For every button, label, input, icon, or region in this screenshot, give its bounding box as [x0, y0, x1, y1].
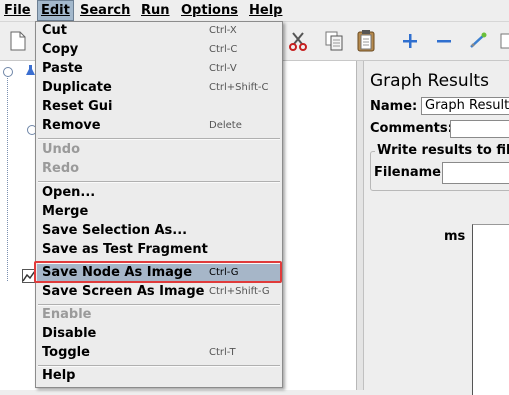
menu-item-label: Open... — [42, 185, 96, 200]
highlight-callout — [34, 261, 282, 283]
filename-label: Filename — [374, 165, 441, 180]
menu-item-enable: Enable — [37, 306, 281, 325]
menu-item-save-screen-as-image[interactable]: Save Screen As Image Ctrl+Shift-G — [37, 283, 281, 302]
name-field[interactable]: Graph Results — [421, 97, 509, 115]
filename-field[interactable] — [442, 162, 509, 184]
menu-item-label: Enable — [42, 307, 92, 322]
menu-item-duplicate[interactable]: Duplicate Ctrl+Shift-C — [37, 79, 281, 98]
menu-item-save-selection-as[interactable]: Save Selection As... — [37, 222, 281, 241]
comments-label: Comments: — [370, 121, 453, 136]
cut-icon[interactable] — [284, 27, 312, 55]
menu-item-label: Merge — [42, 204, 89, 219]
menu-options[interactable]: Options — [178, 0, 241, 21]
menu-item-paste[interactable]: Paste Ctrl-V — [37, 60, 281, 79]
menu-item-label: Help — [42, 368, 76, 383]
menu-item-reset-gui[interactable]: Reset Gui — [37, 98, 281, 117]
axis-label: ms — [444, 229, 466, 244]
menu-bar: File Edit Search Run Options Help — [0, 0, 509, 22]
menu-item-label: Save Screen As Image — [42, 284, 205, 299]
menu-item-cut[interactable]: Cut Ctrl-X — [37, 22, 281, 41]
new-icon[interactable] — [4, 27, 32, 55]
menu-item-help[interactable]: Help — [37, 367, 281, 386]
menu-item-redo: Redo — [37, 160, 281, 179]
group-title: Write results to file — [375, 143, 509, 158]
menu-item-label: Duplicate — [42, 80, 112, 95]
menu-item-label: Undo — [42, 142, 81, 157]
menu-separator — [38, 181, 280, 183]
comments-field[interactable] — [450, 120, 509, 138]
menu-item-shortcut: Delete — [209, 120, 242, 131]
menu-edit[interactable]: Edit — [37, 0, 74, 21]
name-label: Name: — [370, 99, 418, 114]
menu-item-shortcut: Ctrl-V — [209, 63, 237, 74]
menu-item-undo: Undo — [37, 141, 281, 160]
flask-icon — [26, 65, 35, 76]
menu-item-label: Disable — [42, 326, 97, 341]
menu-run[interactable]: Run — [138, 0, 173, 21]
menu-item-shortcut: Ctrl-C — [209, 44, 238, 55]
panel-title: Graph Results — [370, 71, 489, 91]
more-icon[interactable] — [500, 27, 509, 55]
toggle-icon[interactable] — [464, 27, 492, 55]
edit-menu: Cut Ctrl-X Copy Ctrl-C Paste Ctrl-V Dupl… — [35, 21, 283, 388]
menu-item-shortcut: Ctrl+Shift-G — [209, 286, 270, 297]
menu-item-copy[interactable]: Copy Ctrl-C — [37, 41, 281, 60]
menu-item-shortcut: Ctrl-X — [209, 25, 237, 36]
menu-file[interactable]: File — [1, 0, 34, 21]
collapse-icon[interactable] — [430, 27, 458, 55]
tree-guide-line — [7, 71, 8, 281]
menu-item-label: Save Selection As... — [42, 223, 188, 238]
paste-icon[interactable] — [352, 27, 380, 55]
menu-item-label: Cut — [42, 23, 68, 38]
menu-separator — [38, 138, 280, 140]
menu-item-toggle[interactable]: Toggle Ctrl-T — [37, 344, 281, 363]
menu-item-remove[interactable]: Remove Delete — [37, 117, 281, 136]
menu-item-disable[interactable]: Disable — [37, 325, 281, 344]
menu-item-label: Redo — [42, 161, 80, 176]
menu-item-shortcut: Ctrl+Shift-C — [209, 82, 269, 93]
menu-item-open[interactable]: Open... — [37, 184, 281, 203]
menu-item-label: Remove — [42, 118, 101, 133]
menu-item-label: Paste — [42, 61, 83, 76]
menu-search[interactable]: Search — [77, 0, 133, 21]
menu-item-merge[interactable]: Merge — [37, 203, 281, 222]
tree-node-handle[interactable] — [3, 67, 13, 77]
graph-results-panel: Graph Results Name: Graph Results Commen… — [364, 61, 509, 395]
menu-item-save-as-test-fragment[interactable]: Save as Test Fragment — [37, 241, 281, 260]
copy-icon[interactable] — [320, 27, 348, 55]
graph-area — [472, 224, 509, 395]
menu-item-label: Reset Gui — [42, 99, 113, 114]
menu-item-shortcut: Ctrl-T — [209, 347, 236, 358]
menu-item-label: Toggle — [42, 345, 90, 360]
split-pane-divider[interactable] — [357, 61, 364, 390]
expand-icon[interactable] — [396, 27, 424, 55]
menu-item-label: Copy — [42, 42, 79, 57]
menu-help[interactable]: Help — [246, 0, 285, 21]
menu-item-label: Save as Test Fragment — [42, 242, 208, 257]
